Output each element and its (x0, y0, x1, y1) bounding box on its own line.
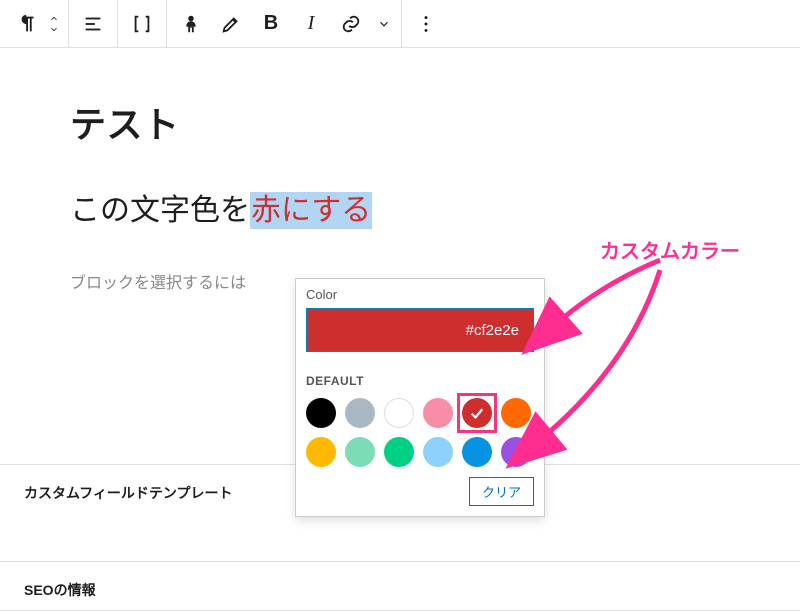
paragraph-block[interactable]: この文字色を赤にする (70, 188, 730, 233)
custom-color-input[interactable]: #cf2e2e (306, 308, 534, 352)
chevron-down-icon (377, 13, 391, 35)
highlight-button[interactable] (211, 4, 251, 44)
swatch-amber[interactable] (306, 437, 336, 467)
chevron-up-icon (47, 14, 61, 24)
toolbar-group-align (69, 0, 118, 47)
link-button[interactable] (331, 4, 371, 44)
swatch-gray[interactable] (345, 398, 375, 428)
color-hex-value: #cf2e2e (466, 322, 519, 339)
block-toolbar: B I (0, 0, 800, 48)
align-left-icon (82, 13, 104, 35)
swatch-black[interactable] (306, 398, 336, 428)
color-popover-label: Color (306, 287, 534, 302)
rubi-icon (180, 13, 202, 35)
editor-content: テスト この文字色を赤にする ブロックを選択するには (0, 96, 800, 293)
toolbar-group-formatting: B I (167, 0, 402, 47)
toolbar-group-width (118, 0, 167, 47)
italic-icon: I (308, 12, 315, 35)
post-title[interactable]: テスト (70, 96, 730, 148)
swatch-red-selected-frame (457, 393, 497, 433)
highlighter-icon (220, 13, 242, 35)
swatch-section-label: DEFAULT (306, 374, 534, 388)
align-button[interactable] (73, 4, 113, 44)
bold-icon: B (264, 12, 278, 35)
chevron-down-icon (47, 24, 61, 34)
more-rich-text-button[interactable] (371, 4, 397, 44)
swatch-green[interactable] (384, 437, 414, 467)
block-type-chevrons[interactable] (44, 14, 64, 34)
content-width-button[interactable] (122, 4, 162, 44)
link-icon (340, 13, 362, 35)
swatch-orange[interactable] (501, 398, 531, 428)
swatch-skyblue[interactable] (423, 437, 453, 467)
bold-button[interactable]: B (251, 4, 291, 44)
block-type-button[interactable] (8, 4, 48, 44)
check-icon (462, 398, 492, 428)
kebab-icon (415, 13, 437, 35)
toolbar-group-more (402, 0, 450, 47)
clear-color-button[interactable]: クリア (469, 477, 534, 506)
swatch-purple[interactable] (501, 437, 531, 467)
paragraph-text-selected: 赤にする (250, 192, 372, 229)
swatch-lightgreen[interactable] (345, 437, 375, 467)
swatch-grid (306, 398, 538, 467)
swatch-white[interactable] (384, 398, 414, 428)
toolbar-group-block (4, 0, 69, 47)
metabox-seo[interactable]: SEOの情報 (0, 561, 800, 611)
popover-footer: クリア (306, 477, 534, 506)
options-button[interactable] (406, 4, 446, 44)
swatch-blue[interactable] (462, 437, 492, 467)
italic-button[interactable]: I (291, 4, 331, 44)
swatch-pink[interactable] (423, 398, 453, 428)
rubi-button[interactable] (171, 4, 211, 44)
brackets-icon (131, 13, 153, 35)
paragraph-icon (17, 13, 39, 35)
swatch-red[interactable] (462, 398, 492, 428)
text-color-popover: Color #cf2e2e DEFAULT クリア (295, 278, 545, 517)
paragraph-text-before: この文字色を (70, 194, 250, 227)
